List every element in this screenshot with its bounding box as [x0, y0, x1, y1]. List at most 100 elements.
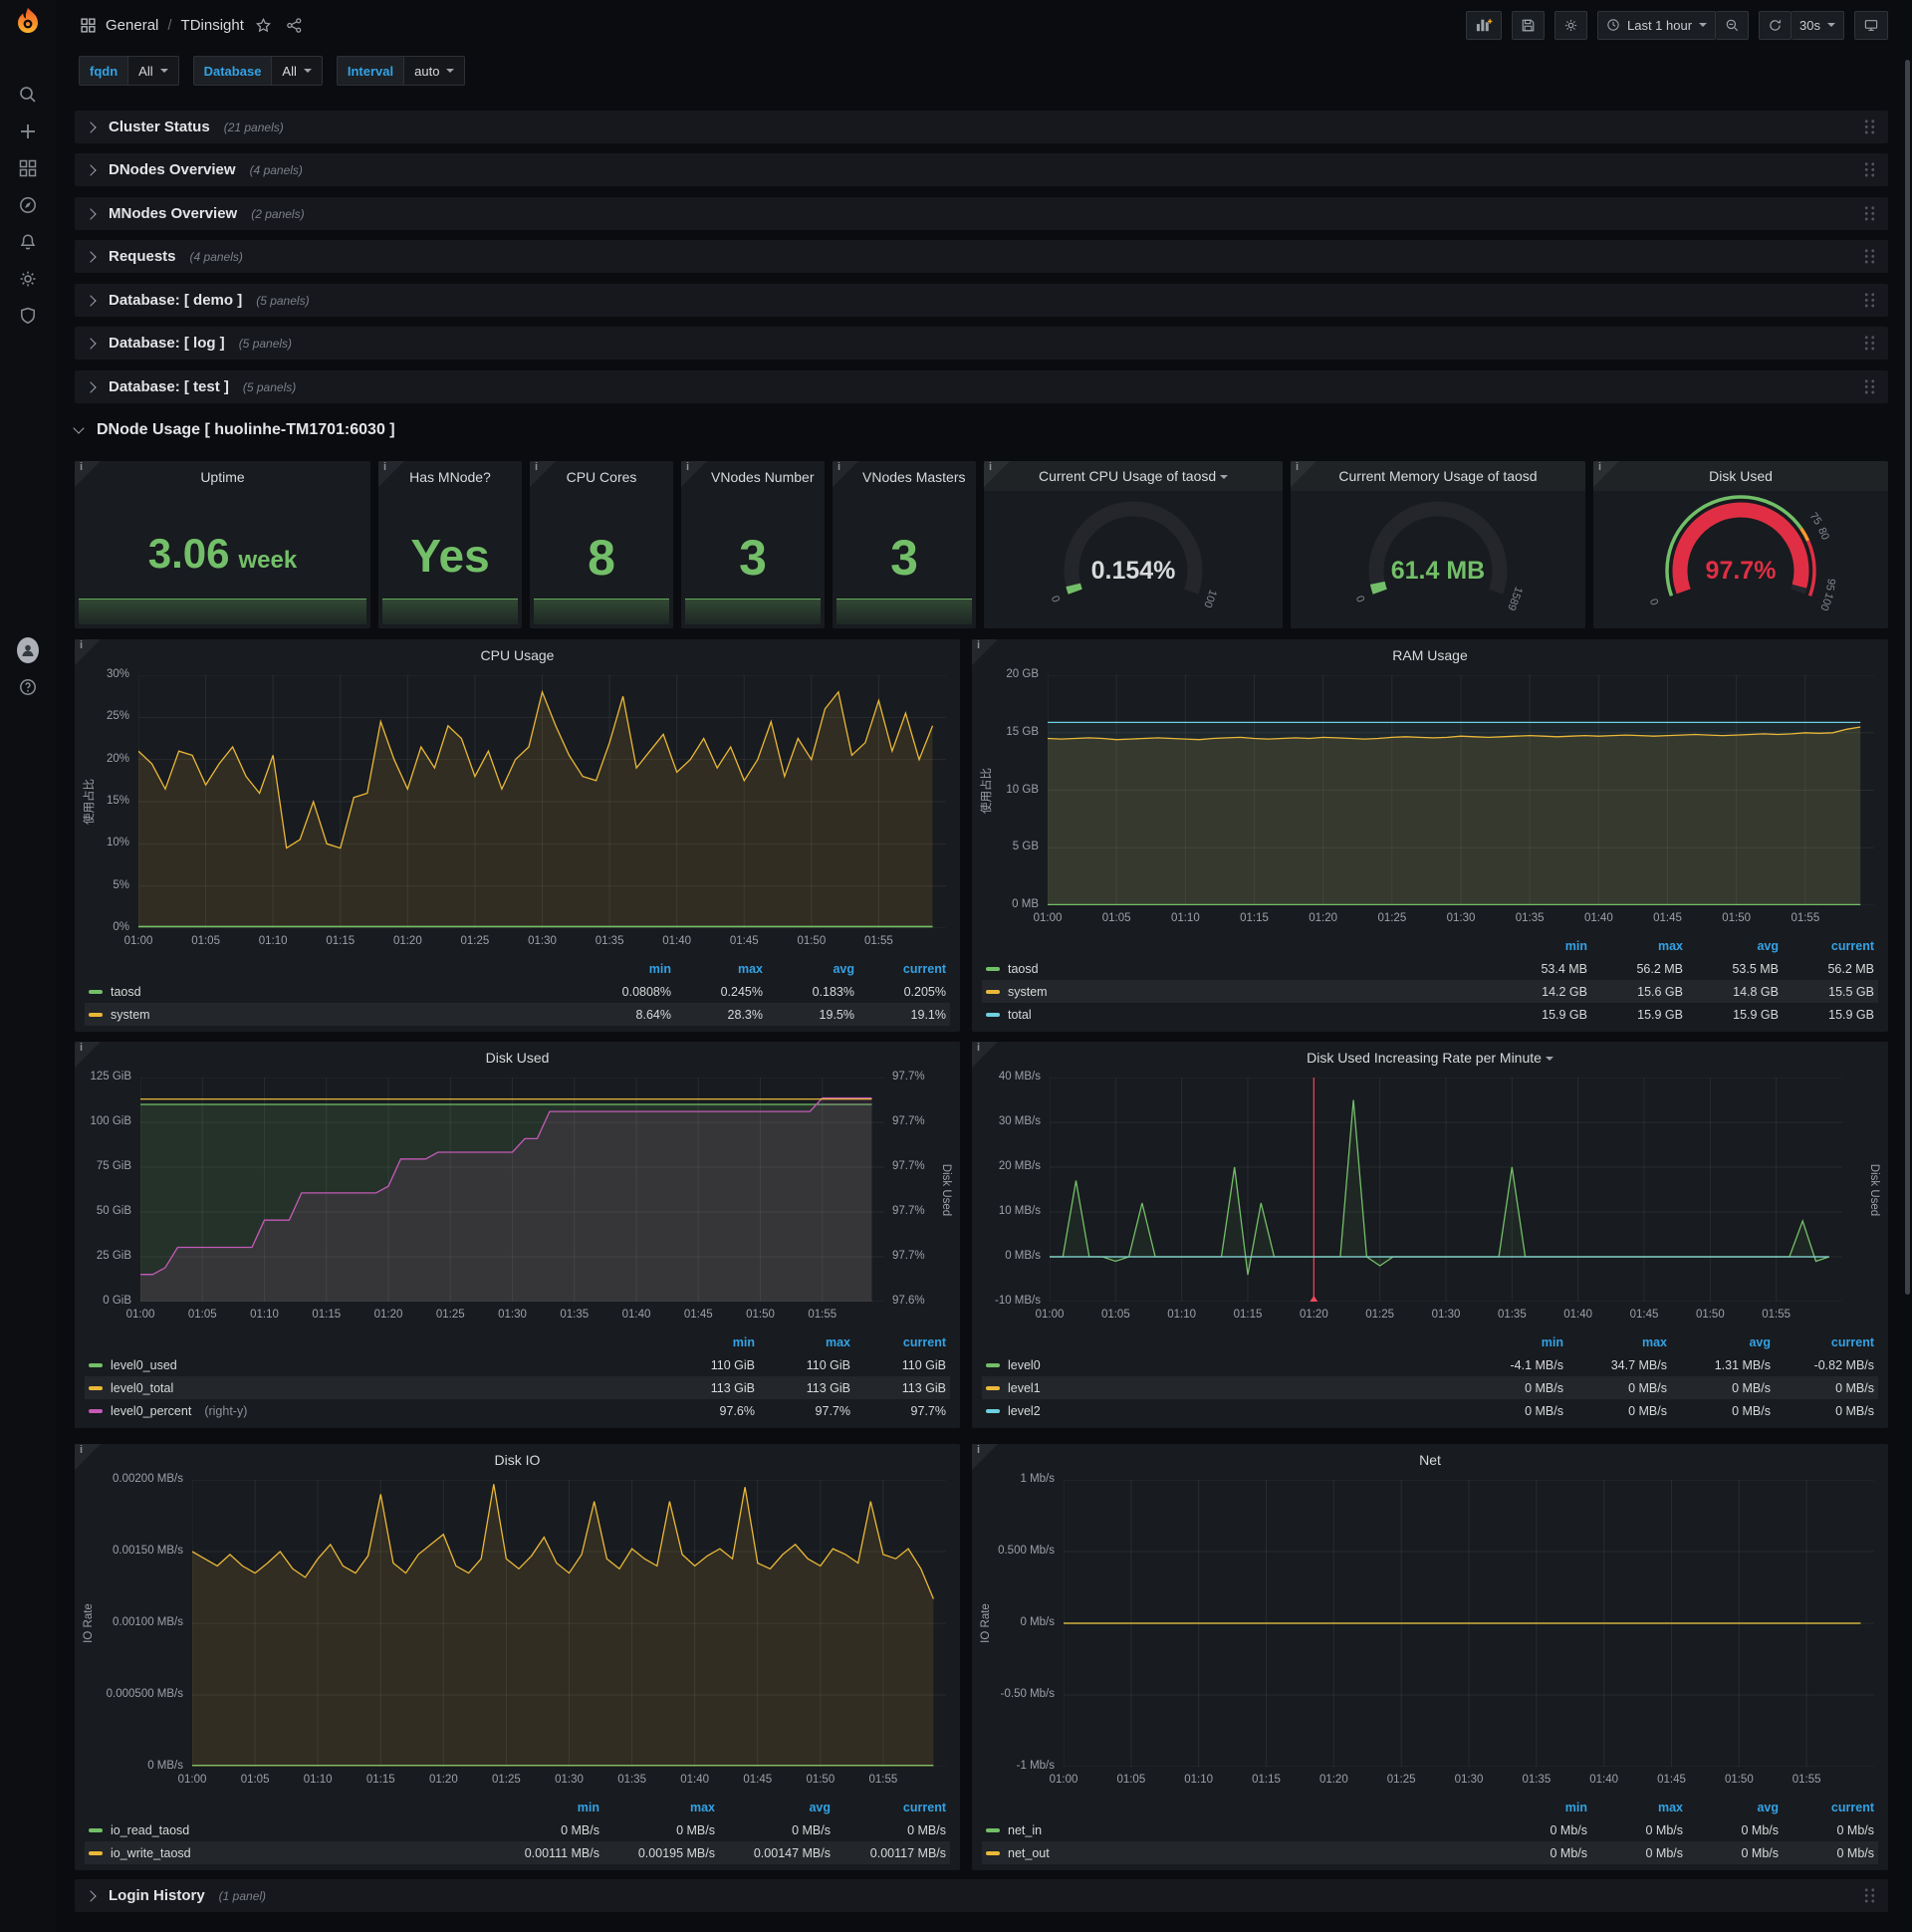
zoom-out-button[interactable]	[1716, 10, 1750, 40]
panel-info-icon[interactable]	[75, 1444, 101, 1470]
legend-series-toggle[interactable]: taosd	[89, 985, 580, 999]
legend-series-toggle[interactable]: level1	[986, 1381, 1460, 1395]
panel-title[interactable]: Disk Used	[105, 1050, 930, 1066]
legend-series-toggle[interactable]: level0_percent (right-y)	[89, 1404, 659, 1418]
panel-title[interactable]: Disk IO	[105, 1452, 930, 1468]
legend-series-toggle[interactable]: io_read_taosd	[89, 1823, 484, 1837]
panel-info-icon[interactable]	[972, 639, 998, 665]
panel-info-icon[interactable]	[972, 1444, 998, 1470]
add-plus-icon[interactable]	[17, 121, 39, 142]
x-axis-tick: 01:30	[1431, 1309, 1461, 1321]
explore-compass-icon[interactable]	[17, 194, 39, 216]
refresh-interval-picker[interactable]: 30s	[1792, 10, 1844, 40]
share-icon[interactable]	[284, 14, 306, 36]
row-dnode-usage[interactable]: DNode Usage [ huolinhe-TM1701:6030 ]	[73, 413, 1888, 447]
panel-title[interactable]: CPU Usage	[105, 647, 930, 663]
legend-value: 0 Mb/s	[1550, 1845, 1587, 1860]
panel-info-icon[interactable]	[833, 461, 858, 487]
variable-database-value[interactable]: All	[271, 56, 323, 86]
legend-series-toggle[interactable]: net_in	[986, 1823, 1492, 1837]
legend-series-toggle[interactable]: level2	[986, 1404, 1460, 1418]
page-scrollbar[interactable]	[1905, 60, 1910, 1295]
kiosk-mode-button[interactable]	[1854, 10, 1888, 40]
y2-axis-tick: 97.7%	[892, 1071, 925, 1083]
panel-info-icon[interactable]	[530, 461, 556, 487]
row-database-test[interactable]: Database: [ test ] (5 panels)	[75, 370, 1888, 403]
legend-series-toggle[interactable]: total	[986, 1008, 1492, 1022]
panel-title[interactable]: VNodes Number	[711, 469, 815, 485]
gauge-axis-label: 0	[1354, 594, 1368, 604]
legend-series-toggle[interactable]: taosd	[986, 962, 1492, 976]
panel-info-icon[interactable]	[1291, 461, 1316, 487]
legend-series-toggle[interactable]: level0	[986, 1358, 1460, 1372]
help-icon[interactable]	[17, 676, 39, 698]
legend-value: 113 GiB	[710, 1380, 755, 1395]
refresh-button[interactable]	[1759, 10, 1792, 40]
row-drag-handle[interactable]	[1863, 378, 1876, 396]
panel-title[interactable]: Has MNode?	[408, 469, 492, 485]
panel-info-icon[interactable]	[972, 1042, 998, 1068]
legend-series-toggle[interactable]: io_write_taosd	[89, 1846, 484, 1860]
dashboard-settings-button[interactable]	[1554, 10, 1587, 40]
panel-title[interactable]: Uptime	[105, 469, 341, 485]
panel-info-icon[interactable]	[75, 1042, 101, 1068]
panel-info-icon[interactable]	[984, 461, 1010, 487]
variable-fqdn-value[interactable]: All	[127, 56, 179, 86]
row-drag-handle[interactable]	[1863, 161, 1876, 179]
legend-series-toggle[interactable]: level0_total	[89, 1381, 659, 1395]
y-axis-tick: -10 MB/s	[994, 1295, 1041, 1307]
legend-header: max	[1657, 939, 1683, 953]
panel-title[interactable]: Current Memory Usage of taosd	[1320, 468, 1555, 484]
panel-info-icon[interactable]	[681, 461, 707, 487]
panel-title[interactable]: RAM Usage	[1002, 647, 1858, 663]
panel-title[interactable]: Net	[1002, 1452, 1858, 1468]
panel-title[interactable]: VNodes Masters	[862, 469, 965, 485]
variable-interval-value[interactable]: auto	[403, 56, 466, 86]
legend-series-toggle[interactable]: system	[986, 985, 1492, 999]
grafana-logo-icon[interactable]	[12, 6, 44, 38]
panel-title[interactable]: Current CPU Usage of taosd	[1014, 468, 1253, 484]
server-admin-shield-icon[interactable]	[17, 305, 39, 327]
row-mnodes-overview[interactable]: MNodes Overview (2 panels)	[75, 197, 1888, 230]
row-cluster-status[interactable]: Cluster Status (21 panels)	[75, 111, 1888, 143]
panel-info-icon[interactable]	[1593, 461, 1619, 487]
configuration-gear-icon[interactable]	[17, 268, 39, 290]
save-dashboard-button[interactable]	[1511, 10, 1545, 40]
row-drag-handle[interactable]	[1863, 292, 1876, 310]
row-drag-handle[interactable]	[1863, 119, 1876, 136]
user-avatar[interactable]	[17, 637, 39, 663]
row-drag-handle[interactable]	[1863, 1887, 1876, 1905]
legend-series-toggle[interactable]: system	[89, 1008, 580, 1022]
add-panel-button[interactable]	[1465, 10, 1502, 40]
dashboards-icon[interactable]	[17, 157, 39, 179]
row-drag-handle[interactable]	[1863, 335, 1876, 353]
legend-header: max	[825, 1335, 850, 1349]
variable-fqdn-label: fqdn	[79, 56, 128, 86]
panel-info-icon[interactable]	[75, 639, 101, 665]
search-icon[interactable]	[17, 84, 39, 106]
row-drag-handle[interactable]	[1863, 248, 1876, 266]
panel-title[interactable]: CPU Cores	[560, 469, 643, 485]
row-requests[interactable]: Requests (4 panels)	[75, 240, 1888, 273]
chart-plot-area	[1050, 1078, 1842, 1302]
star-icon[interactable]	[253, 14, 275, 36]
panel-title[interactable]: Disk Used	[1623, 468, 1858, 484]
legend-series-toggle[interactable]: level0_used	[89, 1358, 659, 1372]
row-drag-handle[interactable]	[1863, 205, 1876, 223]
row-database-demo[interactable]: Database: [ demo ] (5 panels)	[75, 284, 1888, 317]
legend-header: current	[902, 1335, 946, 1349]
breadcrumb-section[interactable]: General	[106, 17, 158, 34]
row-login-history[interactable]: Login History (1 panel)	[75, 1879, 1888, 1912]
chart-svg	[138, 675, 946, 928]
alerting-bell-icon[interactable]	[17, 231, 39, 253]
row-dnodes-overview[interactable]: DNodes Overview (4 panels)	[75, 153, 1888, 186]
legend-series-toggle[interactable]: net_out	[986, 1846, 1492, 1860]
variable-interval: Interval auto	[336, 56, 466, 86]
time-range-picker[interactable]: Last 1 hour	[1596, 10, 1717, 40]
panel-info-icon[interactable]	[75, 461, 101, 487]
panel-info-icon[interactable]	[378, 461, 404, 487]
row-database-log[interactable]: Database: [ log ] (5 panels)	[75, 327, 1888, 360]
x-axis-tick: 01:35	[1497, 1309, 1527, 1321]
breadcrumb-dashboard-title[interactable]: TDinsight	[181, 17, 244, 34]
panel-title[interactable]: Disk Used Increasing Rate per Minute	[1002, 1050, 1858, 1066]
